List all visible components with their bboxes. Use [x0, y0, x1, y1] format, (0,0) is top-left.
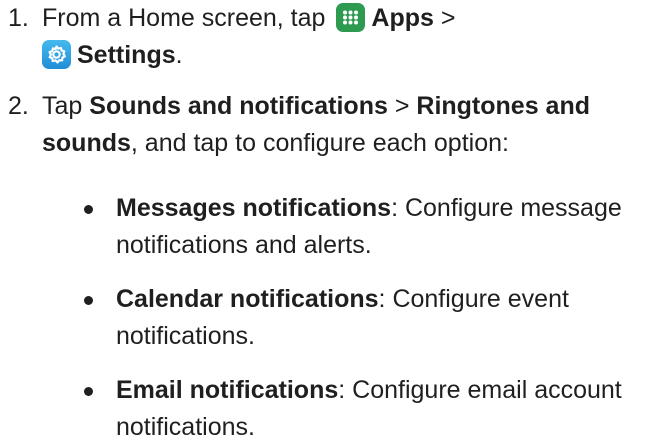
tap-word: Tap — [42, 92, 83, 120]
ringtones-label-part2: sounds — [42, 129, 131, 157]
settings-label: Settings — [77, 41, 176, 69]
bullet-dot — [84, 205, 93, 214]
instruction-page: 1. From a Home screen, tap Apps > Settin… — [0, 0, 668, 443]
option-title: Messages notifications — [116, 194, 392, 222]
period: . — [175, 41, 183, 69]
bullet-dot — [84, 296, 93, 305]
step-prefix: From a Home screen, tap — [42, 4, 326, 32]
separator: > — [440, 4, 456, 32]
apps-grid-icon — [336, 3, 366, 32]
ringtones-label-part1: Ringtones and — [416, 92, 590, 120]
step-text: Tap Sounds and notifications > Ringtones… — [42, 88, 590, 162]
option-desc: : Configure message — [391, 194, 622, 222]
list-item-text: Email notifications: Configure email acc… — [116, 372, 622, 446]
option-title: Email notifications — [116, 376, 339, 404]
option-title: Calendar notifications — [116, 285, 379, 313]
step-number: 2. — [8, 92, 29, 120]
apps-label: Apps — [371, 4, 434, 32]
list-item-text: Calendar notifications: Configure event … — [116, 281, 569, 355]
option-desc-cont: notifications. — [116, 413, 255, 441]
step-text: From a Home screen, tap Apps > Settings. — [42, 0, 455, 74]
settings-gear-icon — [42, 40, 71, 69]
separator: > — [394, 92, 410, 120]
option-desc-cont: notifications and alerts. — [116, 231, 372, 259]
option-desc-cont: notifications. — [116, 322, 255, 350]
step-number: 1. — [8, 4, 29, 32]
step-suffix: , and tap to configure each option: — [130, 129, 509, 157]
sounds-label: Sounds and notifications — [89, 92, 388, 120]
list-item-text: Messages notifications: Configure messag… — [116, 190, 622, 264]
bullet-dot — [84, 387, 93, 396]
option-desc: : Configure email account — [338, 376, 622, 404]
option-desc: : Configure event — [378, 285, 569, 313]
